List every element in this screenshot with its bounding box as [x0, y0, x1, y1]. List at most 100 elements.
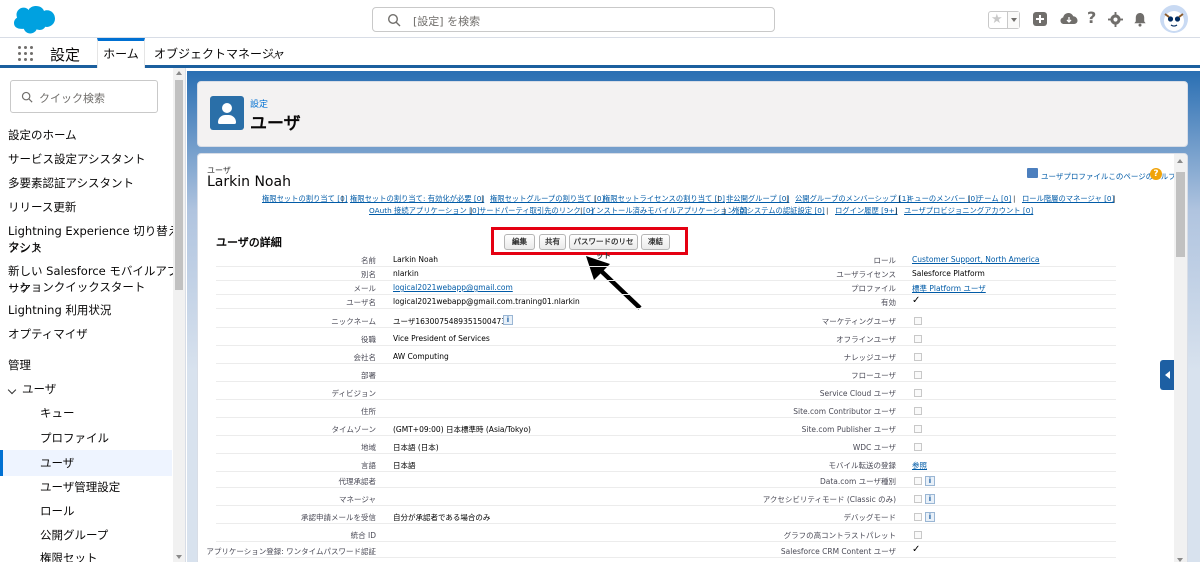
sidebar-item-mfa-assistant[interactable]: 多要素認証アシスタント — [8, 175, 134, 192]
field-value-locale: 日本語 (日本) — [393, 443, 439, 452]
related-link[interactable]: 外部システムの認証設定 [0] — [732, 206, 825, 216]
sidebar-item-permission-sets[interactable]: 権限セット — [40, 550, 98, 562]
link-separator: | — [580, 206, 583, 215]
quick-find-input[interactable]: クイック検索 — [10, 80, 158, 113]
edit-profile-icon[interactable] — [1027, 168, 1038, 178]
sidebar-item-release-updates[interactable]: リリース更新 — [8, 199, 76, 216]
tab-home[interactable]: ホーム — [97, 38, 145, 68]
share-button[interactable]: 共有 — [539, 234, 566, 250]
field-label-email: メール — [353, 284, 377, 293]
sidebar-group-users[interactable]: ユーザ — [22, 381, 56, 398]
info-icon[interactable]: i — [925, 476, 935, 486]
reset-password-button[interactable]: パスワードのリセット — [569, 234, 638, 260]
related-link[interactable]: ユーザプロビジョニングアカウント [0] — [904, 206, 1033, 216]
field-label-company: 会社名 — [353, 353, 377, 362]
scroll-down-arrow-icon[interactable] — [1177, 558, 1183, 562]
page-header: 設定 ユーザ — [197, 81, 1188, 147]
help-icon[interactable]: ? — [1087, 8, 1096, 27]
related-link[interactable]: 権限セットライセンスの割り当て [0] — [603, 194, 725, 204]
checkbox-knowledge-user — [914, 353, 922, 361]
chevron-down-icon[interactable] — [7, 385, 17, 395]
field-label-otp-registration: アプリケーション登録: ワンタイムパスワード認証 — [206, 547, 376, 556]
field-label-manager: マネージャ — [339, 495, 376, 504]
field-label-division: ディビジョン — [331, 389, 376, 398]
related-link[interactable]: サードパーティ取引先のリンク [0] — [479, 206, 593, 216]
search-icon — [387, 13, 401, 27]
field-label-username: ユーザ名 — [346, 298, 376, 307]
checkbox-flow-user — [914, 371, 922, 379]
gear-icon[interactable] — [1108, 12, 1123, 27]
edit-button[interactable]: 編集 — [504, 234, 535, 250]
field-label-site-publisher: Site.com Publisher ユーザ — [801, 425, 896, 434]
sidebar-item-queues[interactable]: キュー — [40, 405, 75, 422]
field-value-mobile-push[interactable]: 参照 — [912, 460, 927, 471]
app-launcher-icon[interactable] — [18, 46, 33, 61]
trailhead-cloud-icon[interactable] — [1060, 11, 1078, 27]
help-question-icon[interactable]: ? — [1150, 168, 1162, 180]
sidebar-item-users[interactable]: ユーザ — [0, 450, 172, 476]
content-scrollbar[interactable] — [1174, 154, 1187, 562]
link-separator: | — [723, 206, 726, 215]
sidebar-item-lightning-usage[interactable]: Lightning 利用状況 — [8, 302, 111, 319]
field-value-role[interactable]: Customer Support, North America — [912, 255, 1040, 264]
tab-object-manager[interactable]: オブジェクトマネージャ — [154, 45, 285, 62]
scrollbar-thumb[interactable] — [175, 80, 183, 290]
search-icon — [21, 91, 33, 103]
field-value-email[interactable]: logical2021webapp@gmail.com — [393, 283, 513, 292]
related-link[interactable]: 権限セットの割り当て [0] — [262, 194, 348, 204]
sidebar-item-lightning-transition-2[interactable]: タント — [8, 239, 43, 256]
field-row-divider — [216, 280, 1116, 281]
sidebar-item-optimizer[interactable]: オプティマイザ — [8, 326, 88, 343]
field-value-name: Larkin Noah — [393, 255, 438, 264]
scroll-down-arrow-icon[interactable] — [176, 555, 182, 559]
link-separator: | — [1113, 194, 1116, 203]
sidebar-item-mobile-quickstart-2[interactable]: ーションクイックスタート — [8, 279, 145, 296]
related-link[interactable]: 権限セットグループの割り当て [0] — [490, 194, 604, 204]
scroll-up-arrow-icon[interactable] — [176, 71, 182, 75]
info-icon[interactable]: i — [925, 494, 935, 504]
link-separator: | — [717, 194, 720, 203]
favorites-button[interactable]: ★ — [988, 11, 1020, 29]
field-label-nickname: ニックネーム — [331, 317, 376, 326]
favorites-dropdown-icon[interactable] — [1007, 12, 1019, 28]
sidebar-item-service-setup[interactable]: サービス設定アシスタント — [8, 151, 146, 168]
field-label-department: 部署 — [361, 371, 376, 380]
salesforce-logo[interactable] — [10, 4, 56, 36]
field-value-profile[interactable]: 標準 Platform ユーザ — [912, 283, 986, 294]
field-label-offline-user: オフラインユーザ — [836, 335, 896, 344]
notification-bell-icon[interactable] — [1133, 12, 1147, 27]
user-avatar[interactable] — [1160, 5, 1188, 33]
field-label-timezone: タイムゾーン — [331, 425, 376, 434]
link-separator: | — [968, 194, 971, 203]
field-value-alias: nlarkin — [393, 269, 419, 278]
sidebar-item-user-management-settings[interactable]: ユーザ管理設定 — [40, 479, 120, 496]
sidebar-item-profiles[interactable]: プロファイル — [40, 430, 109, 447]
field-row-divider — [216, 345, 1116, 346]
related-link[interactable]: OAuth 接続アプリケーション [0] — [369, 206, 480, 216]
related-link[interactable]: 公開グループのメンバーシップ [1] — [795, 194, 909, 204]
global-search-box[interactable]: [設定] を検索 — [372, 7, 775, 32]
freeze-button[interactable]: 凍結 — [641, 234, 670, 250]
sidebar-item-setup-home[interactable]: 設定のホーム — [8, 127, 77, 144]
annotation-arrow — [586, 256, 642, 310]
related-link[interactable]: 権限セットの割り当て: 有効化が必要 [0] — [350, 194, 484, 204]
field-label-delegated-approver: 代理承認者 — [338, 477, 377, 486]
field-value-language: 日本語 — [393, 461, 416, 470]
info-icon[interactable]: i — [503, 315, 513, 325]
checkbox-site-contributor — [914, 407, 922, 415]
link-separator: | — [786, 194, 789, 203]
sidebar-scrollbar[interactable] — [173, 68, 185, 562]
field-label-site-contributor: Site.com Contributor ユーザ — [793, 407, 896, 416]
add-icon[interactable] — [1032, 11, 1048, 27]
field-label-high-contrast: グラフの高コントラストパレット — [783, 531, 896, 540]
scroll-up-arrow-icon[interactable] — [1177, 159, 1183, 163]
sidebar-item-roles[interactable]: ロール — [40, 503, 75, 520]
info-icon[interactable]: i — [925, 512, 935, 522]
related-link[interactable]: チーム [0] — [977, 194, 1011, 204]
sidebar-item-public-groups[interactable]: 公開グループ — [40, 527, 108, 544]
scrollbar-thumb[interactable] — [1176, 172, 1185, 257]
field-value-active: ✓ — [912, 295, 921, 306]
related-link[interactable]: ログイン履歴 [9+] — [835, 206, 898, 216]
related-link[interactable]: 非公開グループ [0] — [726, 194, 789, 204]
related-link[interactable]: ロール階層のマネージャ [0] — [1022, 194, 1114, 204]
